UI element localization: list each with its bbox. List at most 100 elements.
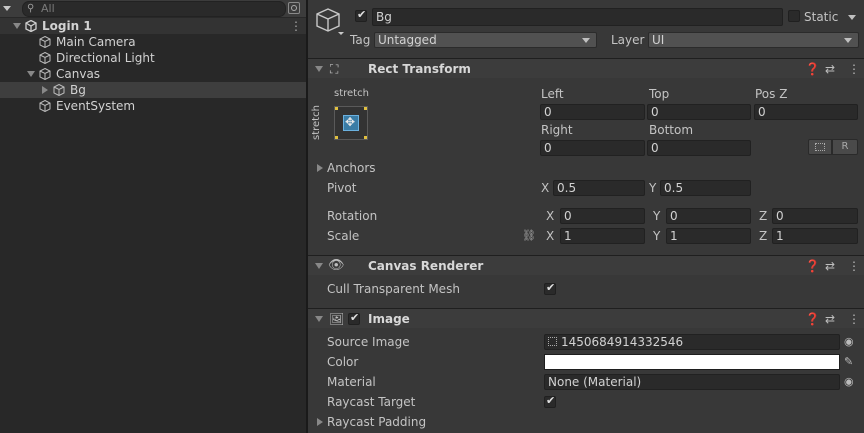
left-label: Left [541,87,564,101]
more-options-icon[interactable]: ⋮ [848,62,860,76]
posz-field[interactable]: 0 [754,104,858,120]
presets-icon[interactable]: ⇄ [825,259,835,273]
gameobject-icon [39,52,51,64]
object-picker-icon[interactable]: ◉ [844,335,854,349]
image-enabled-checkbox[interactable]: ✔ [348,311,360,325]
raycast-target-label: Raycast Target [327,395,416,409]
tag-dropdown-value: Untagged [378,33,437,47]
anchor-horizontal-label: stretch [334,88,369,99]
anchors-foldout-arrow-icon[interactable] [317,164,323,172]
more-options-icon[interactable]: ⋮ [848,312,860,326]
search-options-icon[interactable] [288,2,300,14]
canvas-renderer-header[interactable]: 👁 Canvas Renderer ❓ ⇄ ⋮ [308,255,864,275]
raycast-padding-label[interactable]: Raycast Padding [327,414,426,430]
rotation-z-field[interactable]: 0 [772,208,858,224]
anchor-presets-button[interactable]: ✥ [334,106,368,140]
rect-transform-header[interactable]: ⛶ Rect Transform ❓ ⇄ ⋮ [308,58,864,78]
static-dropdown-icon[interactable] [848,15,856,20]
checkmark-icon: ✔ [350,311,360,324]
more-options-icon[interactable]: ⋮ [290,18,302,34]
layer-dropdown-value: UI [652,33,665,47]
raycast-padding-foldout-arrow-icon[interactable] [317,418,323,426]
cull-transparent-mesh-checkbox[interactable]: ✔ [544,281,556,295]
blueprint-mode-button[interactable] [808,139,832,155]
help-icon[interactable]: ❓ [805,62,820,76]
hierarchy-item[interactable]: Main Camera [0,34,306,50]
object-picker-icon[interactable]: ◉ [844,375,854,389]
hierarchy-item-label: EventSystem [56,99,136,113]
presets-icon[interactable]: ⇄ [825,312,835,326]
checkmark-icon: ✔ [357,8,367,21]
hierarchy-item-selected[interactable]: Bg [0,82,306,98]
source-image-field[interactable]: 1450684914332546 [544,334,840,350]
foldout-arrow-icon[interactable] [315,316,323,322]
rotation-y-label: Y [653,209,661,223]
stretch-arrows-icon: ✥ [345,115,356,129]
hierarchy-search-input[interactable]: ⚲ All [22,1,286,17]
help-icon[interactable]: ❓ [805,312,820,326]
constrain-proportions-icon[interactable]: ⛓ [522,229,536,243]
component-title: Image [368,312,410,326]
bottom-label: Bottom [649,123,694,137]
right-field[interactable]: 0 [540,140,645,156]
search-placeholder: All [41,2,55,15]
presets-icon[interactable]: ⇄ [825,62,835,76]
hierarchy-item-label: Login 1 [42,19,92,33]
scale-y-label: Y [653,229,661,243]
inspector-panel: ✔ Bg Static Tag Untagged Layer UI ⛶ Rect… [308,0,864,433]
pivot-x-field[interactable]: 0.5 [553,180,645,196]
hierarchy-item-label: Canvas [56,67,101,81]
top-field[interactable]: 0 [647,104,751,120]
anchors-label[interactable]: Anchors [327,160,376,176]
material-field[interactable]: None (Material) [544,374,840,390]
active-checkbox[interactable]: ✔ [355,8,367,22]
checkmark-icon: ✔ [546,281,556,294]
layer-label: Layer [611,33,645,47]
left-field[interactable]: 0 [540,104,645,120]
raycast-target-checkbox[interactable]: ✔ [544,394,556,408]
hierarchy-item[interactable]: EventSystem [0,98,306,114]
scale-label: Scale [327,229,360,243]
top-label: Top [649,87,670,101]
hierarchy-item-label: Directional Light [56,51,155,65]
hierarchy-item-label: Main Camera [56,35,136,49]
expand-arrow-icon[interactable] [13,23,21,29]
help-icon[interactable]: ❓ [805,259,820,273]
foldout-arrow-icon[interactable] [315,263,323,269]
pivot-y-field[interactable]: 0.5 [660,180,751,196]
chevron-down-icon [582,38,590,43]
hierarchy-item[interactable]: Canvas [0,66,306,82]
tag-dropdown[interactable]: Untagged [374,32,597,48]
hierarchy-item-scene[interactable]: Login 1 ⋮ [0,18,306,34]
object-name-field[interactable]: Bg [372,8,783,26]
gameobject-icon [53,84,65,96]
raw-edit-label: R [841,141,849,152]
color-swatch[interactable] [544,354,840,370]
scale-x-field[interactable]: 1 [560,228,645,244]
scale-x-label: X [546,229,555,243]
expand-arrow-icon[interactable] [27,71,35,77]
rotation-y-field[interactable]: 0 [666,208,751,224]
foldout-arrow-icon[interactable] [315,66,323,72]
static-checkbox[interactable] [788,10,800,22]
pivot-x-label: X [541,181,550,195]
hierarchy-item[interactable]: Directional Light [0,50,306,66]
create-dropdown-icon[interactable] [3,6,11,11]
gameobject-icon [39,100,51,112]
rotation-z-label: Z [759,209,768,223]
raw-edit-button[interactable]: R [832,139,858,155]
bottom-field[interactable]: 0 [647,140,751,156]
right-label: Right [541,123,573,137]
image-component-header[interactable]: 🖼 ✔ Image ❓ ⇄ ⋮ [308,308,864,328]
scale-y-field[interactable]: 1 [666,228,751,244]
scale-z-field[interactable]: 1 [772,228,858,244]
collapse-arrow-icon[interactable] [42,86,48,94]
more-options-icon[interactable]: ⋮ [848,259,860,273]
chevron-down-icon [844,38,852,43]
layer-dropdown[interactable]: UI [648,32,859,48]
rotation-label: Rotation [327,209,378,223]
rotation-x-field[interactable]: 0 [560,208,645,224]
rotation-x-label: X [546,209,555,223]
pivot-y-label: Y [649,181,657,195]
eyedropper-icon[interactable]: ✎ [844,355,853,369]
